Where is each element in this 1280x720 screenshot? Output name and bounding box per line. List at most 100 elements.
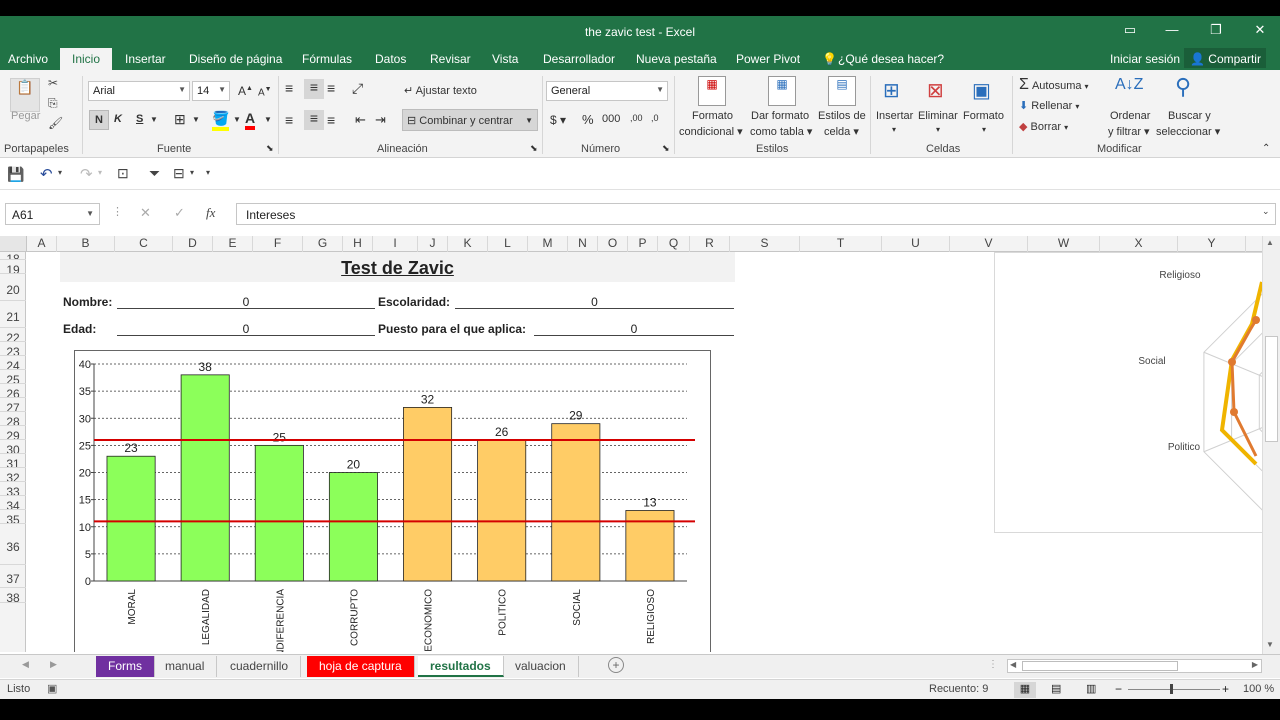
comma-icon[interactable]: 000: [602, 113, 620, 125]
column-header[interactable]: I: [373, 236, 418, 252]
zoom-out-icon[interactable]: −: [1115, 682, 1122, 696]
format-cells-icon[interactable]: ▣: [972, 78, 991, 103]
form-icon[interactable]: ⊟: [173, 165, 185, 182]
share-button[interactable]: 👤 Compartir: [1184, 48, 1266, 68]
format-painter-icon[interactable]: 🖌: [48, 116, 63, 130]
format-dropdown-icon[interactable]: ▾: [982, 125, 986, 134]
tab-revisar[interactable]: Revisar: [430, 52, 471, 66]
puesto-value[interactable]: 0: [534, 322, 734, 336]
decrease-decimal-icon[interactable]: ,0: [651, 113, 659, 123]
column-header[interactable]: H: [343, 236, 373, 252]
bar-economico[interactable]: [403, 407, 453, 582]
tab-diseno[interactable]: Diseño de página: [189, 52, 282, 66]
sheet-tab[interactable]: resultados: [418, 656, 504, 677]
align-top-icon[interactable]: ≡: [285, 80, 293, 96]
column-header[interactable]: O: [598, 236, 628, 252]
copy-icon[interactable]: ⎘: [48, 96, 58, 111]
row-header[interactable]: 28: [0, 412, 26, 426]
tabs-splitter-icon[interactable]: ⋮: [988, 659, 998, 670]
find-select-icon[interactable]: ⚲: [1175, 74, 1191, 100]
fill-button[interactable]: ⬇ Rellenar ▾: [1019, 99, 1079, 112]
row-header[interactable]: 23: [0, 342, 26, 356]
find-label-2[interactable]: seleccionar ▾: [1156, 125, 1220, 138]
escolaridad-value[interactable]: 0: [455, 295, 734, 309]
delete-dropdown-icon[interactable]: ▾: [936, 125, 940, 134]
align-right-icon[interactable]: ≡: [327, 112, 335, 128]
normal-view-icon[interactable]: ▦: [1014, 682, 1036, 698]
row-header[interactable]: 32: [0, 468, 26, 482]
expand-formula-icon[interactable]: ⌄: [1262, 206, 1270, 217]
bar-social[interactable]: [551, 423, 601, 582]
row-header[interactable]: 21: [0, 301, 26, 328]
redo-icon[interactable]: ↷: [80, 165, 93, 183]
row-header[interactable]: 24: [0, 356, 26, 370]
find-label[interactable]: Buscar y: [1168, 110, 1211, 122]
sort-label-2[interactable]: y filtrar ▾: [1108, 125, 1150, 138]
worksheet-grid[interactable]: Test de Zavic Nombre: 0 Escolaridad: 0 E…: [27, 252, 1262, 652]
column-header[interactable]: N: [568, 236, 598, 252]
formula-input[interactable]: Intereses: [236, 203, 1276, 225]
column-header[interactable]: J: [418, 236, 448, 252]
column-header[interactable]: Q: [658, 236, 690, 252]
align-middle-icon[interactable]: ≡: [304, 79, 324, 99]
row-header[interactable]: 27: [0, 398, 26, 412]
tab-archivo[interactable]: Archivo: [8, 52, 48, 66]
column-header[interactable]: K: [448, 236, 488, 252]
row-header[interactable]: 31: [0, 454, 26, 468]
column-header[interactable]: T: [800, 236, 882, 252]
delete-cells-label[interactable]: Eliminar: [918, 110, 958, 122]
page-break-icon[interactable]: ▥: [1086, 682, 1096, 695]
bar-politico[interactable]: [477, 439, 527, 582]
column-header[interactable]: W: [1028, 236, 1100, 252]
format-table-label-2[interactable]: como tabla ▾: [750, 125, 812, 138]
vertical-scroll-thumb[interactable]: [1265, 336, 1278, 442]
column-header[interactable]: M: [528, 236, 568, 252]
row-header[interactable]: 36: [0, 524, 26, 565]
column-header[interactable]: S: [730, 236, 800, 252]
cell-styles-icon[interactable]: ▤: [828, 76, 856, 106]
borders-icon[interactable]: ⊞: [174, 111, 186, 128]
number-format-select[interactable]: General ▼: [546, 81, 668, 101]
scroll-left-icon[interactable]: ◀: [1010, 660, 1016, 669]
column-header[interactable]: E: [213, 236, 253, 252]
ribbon-display-icon[interactable]: ▭: [1120, 22, 1140, 40]
sheet-tab[interactable]: cuadernillo: [218, 656, 302, 677]
undo-dropdown-icon[interactable]: ▾: [58, 168, 62, 177]
cut-icon[interactable]: ✂: [48, 76, 58, 90]
merge-center-button[interactable]: ⊟ Combinar y centrar ▼: [402, 109, 538, 131]
zavic-bar-chart[interactable]: 0 5 10 15 20 25 30 35 40 23 MORAL 38 LEGALIDAD 25 INDI…: [74, 350, 711, 652]
page-layout-icon[interactable]: ▤: [1051, 682, 1061, 695]
row-header[interactable]: 29: [0, 426, 26, 440]
column-header[interactable]: P: [628, 236, 658, 252]
align-center-icon[interactable]: ≡: [304, 110, 324, 130]
column-header[interactable]: A: [27, 236, 57, 252]
zavic-radar-chart[interactable]: Religioso Social Politico: [994, 252, 1262, 534]
row-header[interactable]: 19: [0, 260, 26, 274]
tab-insertar[interactable]: Insertar: [125, 52, 166, 66]
italic-button[interactable]: K: [114, 113, 122, 125]
row-header[interactable]: 25: [0, 370, 26, 384]
tab-inicio[interactable]: Inicio: [60, 48, 113, 70]
signin-link[interactable]: Iniciar sesión: [1110, 52, 1180, 66]
collapse-ribbon-icon[interactable]: ⌃: [1262, 143, 1270, 154]
number-dialog-icon[interactable]: ⬊: [662, 143, 670, 154]
sheet-tab[interactable]: valuacion: [503, 656, 579, 677]
close-button[interactable]: ✕: [1250, 22, 1270, 40]
minimize-button[interactable]: —: [1162, 22, 1182, 40]
conditional-format-icon[interactable]: ▦: [698, 76, 726, 106]
font-name-select[interactable]: Arial ▼: [88, 81, 190, 101]
tab-formulas[interactable]: Fórmulas: [302, 52, 352, 66]
tab-vista[interactable]: Vista: [492, 52, 518, 66]
row-header[interactable]: 30: [0, 440, 26, 454]
conditional-format-label-2[interactable]: condicional ▾: [679, 125, 743, 138]
tab-nueva[interactable]: Nueva pestaña: [636, 52, 717, 66]
insert-dropdown-icon[interactable]: ▾: [892, 125, 896, 134]
row-header[interactable]: 22: [0, 328, 26, 342]
next-sheet-icon[interactable]: ▶: [50, 659, 57, 670]
font-color-icon[interactable]: A: [245, 110, 256, 130]
paste-icon[interactable]: 📋: [10, 78, 40, 112]
format-cells-label[interactable]: Formato: [963, 110, 1004, 122]
percent-icon[interactable]: %: [582, 112, 594, 127]
row-header[interactable]: 35: [0, 510, 26, 524]
font-dialog-icon[interactable]: ⬊: [266, 143, 274, 154]
